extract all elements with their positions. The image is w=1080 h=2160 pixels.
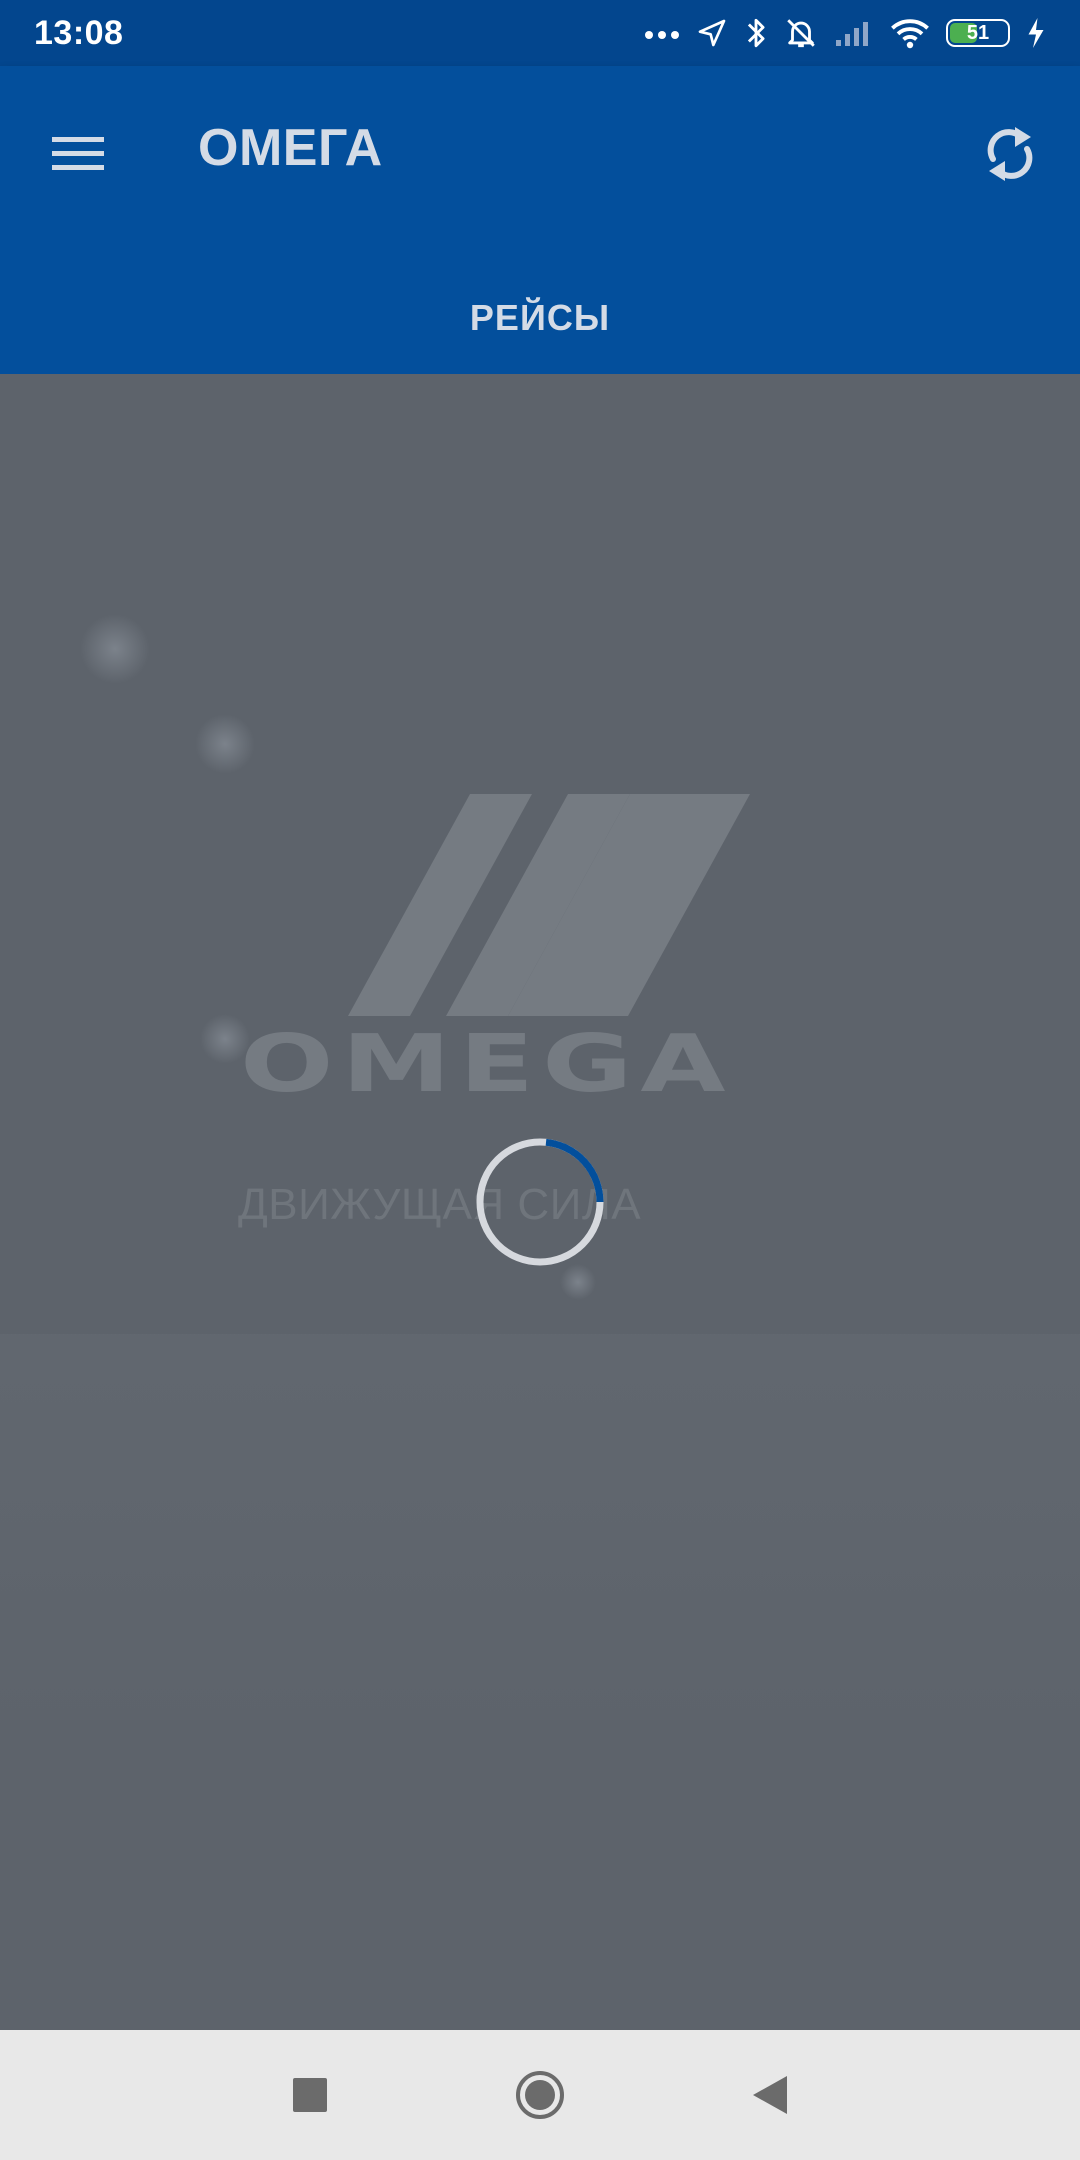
recents-button[interactable] bbox=[265, 2050, 355, 2140]
refresh-button[interactable] bbox=[962, 106, 1058, 202]
system-nav-bar bbox=[0, 2030, 1080, 2160]
bell-off-icon bbox=[787, 19, 815, 48]
signal-icon bbox=[836, 22, 868, 46]
home-button[interactable] bbox=[495, 2050, 585, 2140]
tab-strip: РЕЙСЫ bbox=[0, 266, 1080, 370]
back-triangle-icon bbox=[753, 2076, 787, 2114]
location-arrow-icon bbox=[698, 19, 726, 47]
background-road bbox=[0, 1334, 1080, 1734]
more-dots-icon bbox=[645, 31, 679, 39]
logo-wordmark: OMEGA bbox=[240, 1017, 734, 1110]
refresh-icon bbox=[987, 127, 1033, 181]
recents-square-icon bbox=[293, 2078, 327, 2112]
tab-routes[interactable]: РЕЙСЫ bbox=[430, 277, 650, 359]
battery-level: 51 bbox=[966, 21, 990, 44]
app-title: ОМЕГА bbox=[198, 119, 383, 177]
logo-stripes-icon bbox=[348, 794, 750, 1016]
back-button[interactable] bbox=[725, 2050, 815, 2140]
background-lamp bbox=[560, 1264, 596, 1300]
hamburger-menu-icon bbox=[52, 137, 104, 170]
status-time: 13:08 bbox=[34, 13, 124, 52]
splash-content: OMEGA ДВИЖУЩАЯ СИЛА bbox=[0, 374, 1080, 2030]
charging-bolt-icon bbox=[1028, 18, 1044, 48]
background-lamp bbox=[195, 714, 255, 774]
loading-spinner bbox=[476, 1138, 604, 1266]
battery-icon: 51 bbox=[946, 19, 1010, 47]
menu-button[interactable] bbox=[30, 106, 126, 202]
wifi-icon bbox=[891, 19, 929, 49]
status-icons: 51 bbox=[644, 16, 1046, 50]
status-bar: 13:08 51 bbox=[0, 0, 1080, 66]
home-circle-icon bbox=[516, 2071, 564, 2119]
bluetooth-icon bbox=[747, 18, 765, 48]
background-lamp bbox=[80, 614, 150, 684]
app-bar: ОМЕГА РЕЙСЫ bbox=[0, 66, 1080, 374]
